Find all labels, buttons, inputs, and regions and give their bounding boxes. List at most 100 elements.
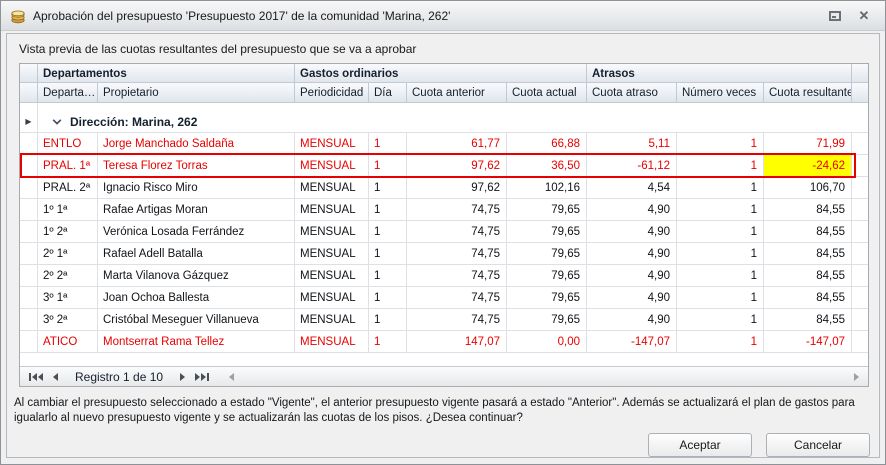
row-filler: [852, 221, 868, 243]
cell-cuota-actual: 102,16: [507, 177, 587, 199]
cell-numero-veces: 1: [677, 133, 764, 155]
row-filler: [852, 155, 868, 177]
cell-cuota-actual: 66,88: [507, 133, 587, 155]
focused-row-indicator-icon: ▶: [25, 116, 32, 126]
row-gutter: [20, 155, 38, 177]
column-header-propietario[interactable]: Propietario: [98, 83, 295, 103]
cell-dia: 1: [369, 199, 407, 221]
grid-nav-bar: Registro 1 de 10: [20, 366, 868, 386]
table-row[interactable]: PRAL. 1ª Teresa Florez Torras MENSUAL 1 97,6…: [20, 153, 868, 178]
cell-departamento: PRAL. 2ª: [38, 177, 98, 199]
cell-cuota-actual: 79,65: [507, 221, 587, 243]
cell-cuota-atraso: 4,54: [587, 177, 677, 199]
cell-departamento: ENTLO: [38, 133, 98, 155]
cell-propietario: Teresa Florez Torras: [98, 155, 295, 177]
row-filler: [852, 177, 868, 199]
cell-dia: 1: [369, 309, 407, 331]
cell-cuota-actual: 79,65: [507, 265, 587, 287]
cell-propietario: Verónica Losada Ferrández: [98, 221, 295, 243]
grid-empty-space: [20, 353, 868, 366]
column-header-cuota-resultante[interactable]: Cuota resultante: [764, 83, 852, 103]
cell-numero-veces: 1: [677, 287, 764, 309]
cell-cuota-anterior: 74,75: [407, 265, 507, 287]
table-row[interactable]: 1º 2ª Verónica Losada Ferrández MENSUAL 1 74…: [20, 221, 868, 243]
table-row[interactable]: 1º 1ª Rafae Artigas Moran MENSUAL 1 74,75 79,…: [20, 199, 868, 221]
header-filler: [852, 64, 868, 83]
cell-departamento: 2º 2ª: [38, 265, 98, 287]
group-row-direccion[interactable]: ▶ Dirección: Marina, 262: [20, 111, 868, 133]
column-header-cuota-actual[interactable]: Cuota actual: [507, 83, 587, 103]
last-record-icon: [207, 372, 210, 381]
cell-departamento: 3º 1ª: [38, 287, 98, 309]
table-row[interactable]: ENTLO Jorge Manchado Saldaña MENSUAL 1 61,77…: [20, 133, 868, 155]
column-header-cuota-anterior[interactable]: Cuota anterior: [407, 83, 507, 103]
cell-departamento: ATICO: [38, 331, 98, 353]
column-header-cuota-atraso[interactable]: Cuota atraso: [587, 83, 677, 103]
table-row[interactable]: ATICO Montserrat Rama Tellez MENSUAL 1 147,0…: [20, 331, 868, 353]
cell-cuota-actual: 0,00: [507, 331, 587, 353]
grid-top-spacer: [20, 103, 868, 111]
row-gutter: [20, 265, 38, 287]
table-row[interactable]: 3º 1ª Joan Ochoa Ballesta MENSUAL 1 74,75 79,…: [20, 287, 868, 309]
column-header-row: Departa… Propietario Periodicidad Día Cu…: [20, 83, 868, 103]
cell-departamento: PRAL. 1ª: [38, 155, 98, 177]
cell-departamento: 1º 1ª: [38, 199, 98, 221]
title-bar[interactable]: Aprobación del presupuesto 'Presupuesto …: [1, 1, 885, 31]
column-group-atrasos[interactable]: Atrasos: [587, 64, 852, 83]
next-record-button[interactable]: [175, 367, 190, 386]
cell-periodicidad: MENSUAL: [295, 155, 369, 177]
cell-cuota-atraso: 4,90: [587, 309, 677, 331]
hscroll-left-button[interactable]: [224, 367, 239, 386]
cell-propietario: Rafael Adell Batalla: [98, 243, 295, 265]
cell-cuota-resultante: 84,55: [764, 265, 852, 287]
cell-cuota-atraso: 4,90: [587, 265, 677, 287]
cell-cuota-atraso: -147,07: [587, 331, 677, 353]
cell-cuota-resultante: 84,55: [764, 221, 852, 243]
table-row[interactable]: PRAL. 2ª Ignacio Risco Miro MENSUAL 1 97,62 1…: [20, 177, 868, 199]
table-row[interactable]: 2º 2ª Marta Vilanova Gázquez MENSUAL 1 74,75…: [20, 265, 868, 287]
column-group-gastos-ordinarios[interactable]: Gastos ordinarios: [295, 64, 587, 83]
first-record-button[interactable]: [24, 367, 48, 386]
column-header-numero-veces[interactable]: Número veces: [677, 83, 764, 103]
row-filler: [852, 133, 868, 155]
row-gutter: [20, 221, 38, 243]
cell-propietario: Marta Vilanova Gázquez: [98, 265, 295, 287]
row-indicator-gutter: ▶: [20, 111, 38, 132]
cell-departamento: 2º 1ª: [38, 243, 98, 265]
cell-periodicidad: MENSUAL: [295, 199, 369, 221]
column-group-header-row: Departamentos Gastos ordinarios Atrasos: [20, 64, 868, 83]
cancel-button[interactable]: Cancelar: [766, 433, 870, 457]
table-row[interactable]: 2º 1ª Rafael Adell Batalla MENSUAL 1 74,75 79…: [20, 243, 868, 265]
cell-cuota-atraso: 4,90: [587, 287, 677, 309]
window-title: Aprobación del presupuesto 'Presupuesto …: [33, 8, 451, 23]
cell-cuota-actual: 79,65: [507, 199, 587, 221]
column-header-dia[interactable]: Día: [369, 83, 407, 103]
hscroll-right-button[interactable]: [849, 367, 864, 386]
column-header-periodicidad[interactable]: Periodicidad: [295, 83, 369, 103]
accept-button[interactable]: Aceptar: [648, 433, 752, 457]
restore-button[interactable]: [824, 7, 846, 25]
column-group-departamentos[interactable]: Departamentos: [38, 64, 295, 83]
cell-cuota-anterior: 97,62: [407, 177, 507, 199]
cell-periodicidad: MENSUAL: [295, 309, 369, 331]
cell-numero-veces: 1: [677, 177, 764, 199]
table-row[interactable]: 3º 2ª Cristóbal Meseguer Villanueva MENSUA…: [20, 309, 868, 331]
cell-cuota-actual: 79,65: [507, 309, 587, 331]
collapse-group-icon[interactable]: [52, 118, 62, 126]
scroll-left-icon: [229, 372, 235, 381]
previous-record-button[interactable]: [48, 367, 63, 386]
cell-propietario: Montserrat Rama Tellez: [98, 331, 295, 353]
row-gutter: [20, 331, 38, 353]
row-filler: [852, 199, 868, 221]
cell-propietario: Jorge Manchado Saldaña: [98, 133, 295, 155]
preview-label: Vista previa de las cuotas resultantes d…: [19, 42, 417, 56]
column-header-departamento[interactable]: Departa…: [38, 83, 98, 103]
row-gutter: [20, 199, 38, 221]
close-button[interactable]: ✕: [853, 7, 875, 25]
cell-periodicidad: MENSUAL: [295, 243, 369, 265]
cell-dia: 1: [369, 177, 407, 199]
dialog-buttons: Aceptar Cancelar: [7, 426, 879, 457]
cell-dia: 1: [369, 221, 407, 243]
last-record-button[interactable]: [190, 367, 214, 386]
cell-cuota-resultante: -24,62: [764, 155, 852, 177]
